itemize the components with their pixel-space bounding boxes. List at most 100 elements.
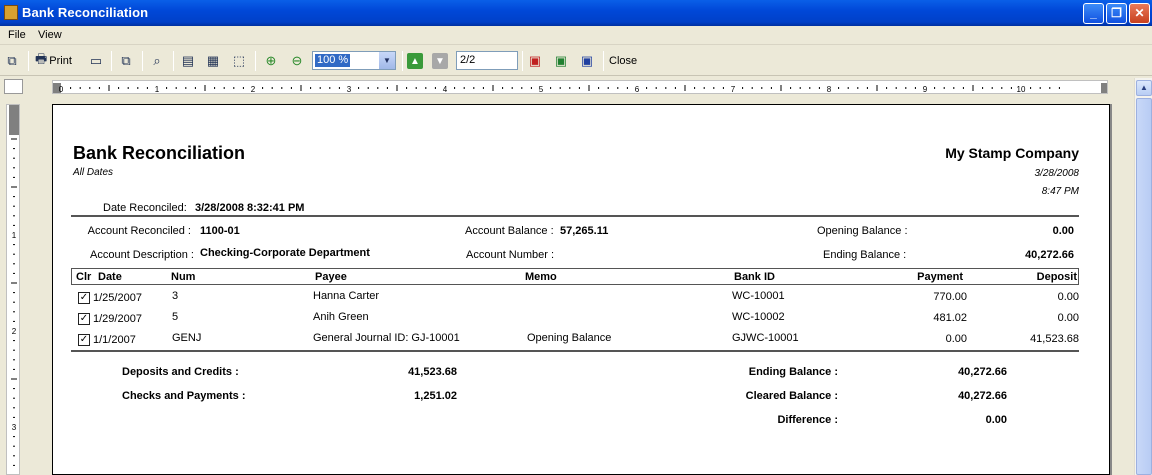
page-number-input[interactable]: 2/2: [456, 51, 518, 70]
menu-view[interactable]: View: [38, 29, 62, 41]
vertical-scrollbar[interactable]: ▲: [1134, 78, 1152, 475]
table-row: ✓ 1/1/2007 GENJ General Journal ID: GJ-1…: [71, 331, 1079, 351]
ruler-number: 5: [539, 85, 544, 94]
opening-balance-label: Opening Balance :: [817, 225, 908, 237]
ruler-corner: [4, 79, 23, 94]
toolbar-separator: [255, 51, 256, 71]
table-row: ✓ 1/29/2007 5 Anih Green WC-10002 481.02…: [71, 310, 1079, 330]
copy-icon[interactable]: ⧉: [2, 50, 22, 72]
close-button[interactable]: Close: [609, 55, 637, 67]
header-divider: [71, 215, 1079, 217]
toolbar-separator: [173, 51, 174, 71]
cleared-checkbox[interactable]: ✓: [78, 292, 90, 304]
zoom-in-icon[interactable]: ⊕: [261, 50, 281, 72]
row-date: 1/1/2007: [93, 334, 136, 346]
ruler-number: 9: [923, 85, 928, 94]
row-memo: Opening Balance: [527, 332, 612, 344]
ruler-number: 2: [12, 327, 17, 336]
column-header-payee: Payee: [315, 271, 347, 283]
row-bank-id: WC-10001: [732, 290, 785, 302]
toolbar: ⧉ 🖶 Print ▭ ⧉ ⌕ ▤ ▦ ⬚ ⊕ ⊖ 100 % ▼ ▲ ▼ 2/2…: [0, 46, 1152, 76]
export-word-icon[interactable]: ▣: [577, 50, 597, 72]
close-window-button[interactable]: ✕: [1129, 3, 1150, 24]
report-date: 3/28/2008: [1034, 168, 1080, 179]
row-date: 1/25/2007: [93, 292, 142, 304]
totals-ending-balance-value: 40,272.66: [958, 366, 1007, 378]
ruler-tick: [9, 105, 19, 135]
horizontal-ruler: 0 1 2 3 4 5 6 7 8 9 10: [52, 80, 1108, 94]
report-time: 8:47 PM: [1041, 186, 1079, 197]
next-page-icon[interactable]: ▼: [432, 53, 448, 69]
ruler-number: 4: [443, 85, 448, 94]
printer-icon: 🖶: [35, 51, 48, 66]
report-page: Bank Reconciliation All Dates My Stamp C…: [52, 104, 1110, 475]
row-payment: 481.02: [933, 312, 967, 324]
restore-button[interactable]: ❐: [1106, 3, 1127, 24]
menu-file[interactable]: File: [8, 29, 26, 41]
row-deposit: 0.00: [1057, 291, 1079, 303]
vertical-ruler: 1 2 3: [6, 104, 20, 475]
table-row: ✓ 1/25/2007 3 Hanna Carter WC-10001 770.…: [71, 289, 1079, 309]
zoom-out-icon[interactable]: ⊖: [287, 50, 307, 72]
column-header-date: Date: [98, 271, 122, 283]
ruler-number: 8: [827, 85, 832, 94]
page-setup-icon[interactable]: ▭: [86, 50, 106, 72]
ruler-number: 1: [155, 85, 160, 94]
cleared-balance-label: Cleared Balance :: [745, 390, 838, 402]
row-num: 5: [172, 311, 179, 323]
row-payment: 0.00: [945, 333, 967, 345]
deposits-credits-label: Deposits and Credits :: [122, 366, 239, 378]
cleared-checkbox[interactable]: ✓: [78, 334, 90, 346]
account-reconciled-value: 1100-01: [200, 225, 240, 237]
row-payee: General Journal ID: GJ-10001: [313, 332, 460, 344]
date-reconciled-label: Date Reconciled:: [103, 202, 187, 214]
scroll-thumb[interactable]: [1136, 98, 1152, 475]
account-description-label: Account Description :: [90, 249, 194, 261]
row-payment: 770.00: [933, 291, 967, 303]
menu-bar: File View: [0, 26, 1152, 45]
opening-balance-value: 0.00: [1052, 225, 1074, 237]
export-excel-icon[interactable]: ▣: [551, 50, 571, 72]
toolbar-separator: [522, 51, 523, 71]
difference-value: 0.00: [985, 414, 1007, 426]
chevron-down-icon[interactable]: ▼: [379, 52, 395, 69]
row-bank-id: GJWC-10001: [732, 332, 799, 344]
row-payee: Hanna Carter: [313, 290, 380, 302]
ruler-number: 3: [347, 85, 352, 94]
app-icon: [4, 5, 18, 20]
ruler-number: 1: [12, 231, 17, 240]
single-page-icon[interactable]: ▤: [178, 50, 198, 72]
ruler-number: 7: [731, 85, 736, 94]
print-button[interactable]: 🖶 Print: [35, 50, 79, 72]
minimize-button[interactable]: _: [1083, 3, 1104, 24]
row-deposit: 0.00: [1057, 312, 1079, 324]
row-num: 3: [172, 290, 179, 302]
scroll-up-icon[interactable]: ▲: [1136, 80, 1152, 96]
ruler-number: 2: [251, 85, 256, 94]
multi-page-icon[interactable]: ▦: [203, 50, 223, 72]
toolbar-separator: [402, 51, 403, 71]
table-header: Clr Date Num Payee Memo Bank ID Payment …: [71, 268, 1079, 285]
account-balance-label: Account Balance :: [465, 225, 554, 237]
checks-payments-value: 1,251.02: [414, 390, 457, 402]
column-header-num: Num: [171, 271, 196, 283]
column-header-memo: Memo: [525, 271, 557, 283]
cleared-checkbox[interactable]: ✓: [78, 313, 90, 325]
totals-ending-balance-label: Ending Balance :: [748, 366, 838, 378]
report-subtitle: All Dates: [73, 167, 114, 178]
ruler-number: 6: [635, 85, 640, 94]
previous-page-icon[interactable]: ▲: [407, 53, 423, 69]
row-num: GENJ: [172, 332, 202, 344]
toolbar-separator: [111, 51, 112, 71]
date-reconciled-value: 3/28/2008 8:32:41 PM: [195, 202, 305, 214]
page-width-icon[interactable]: ⬚: [229, 50, 249, 72]
zoom-select[interactable]: 100 % ▼: [312, 51, 396, 70]
column-header-payment: Payment: [917, 271, 963, 283]
duplicate-icon[interactable]: ⧉: [116, 50, 136, 72]
export-pdf-icon[interactable]: ▣: [525, 50, 545, 72]
account-number-label: Account Number :: [466, 249, 555, 261]
title-bar: Bank Reconciliation _ ❐ ✕: [0, 0, 1152, 26]
row-date: 1/29/2007: [93, 313, 142, 325]
find-icon[interactable]: ⌕: [147, 50, 167, 72]
ruler-number: 0: [59, 85, 64, 94]
